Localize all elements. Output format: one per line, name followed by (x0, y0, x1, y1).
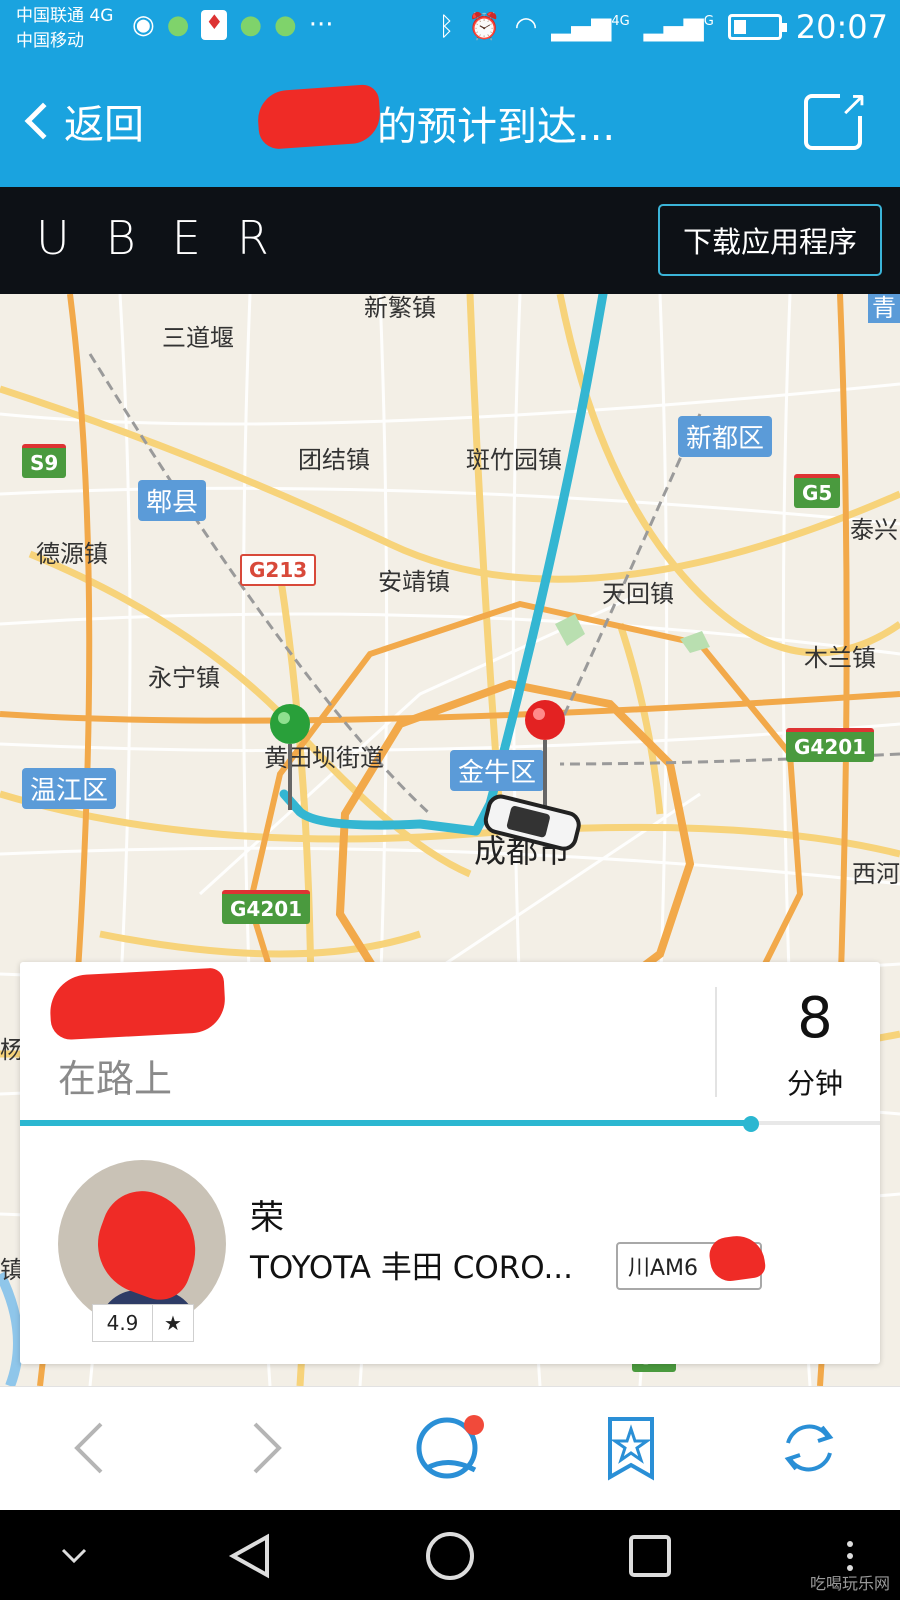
browser-back-button[interactable] (44, 1405, 134, 1491)
uber-logo: UBER (36, 211, 305, 265)
system-recents-button[interactable] (620, 1528, 680, 1584)
uber-banner: UBER 下载应用程序 (0, 187, 900, 294)
bookmark-star-icon (608, 1417, 654, 1481)
redaction-mark (83, 1179, 213, 1309)
chevron-left-icon (74, 1422, 103, 1474)
circle-home-icon (426, 1532, 474, 1580)
refresh-button[interactable] (764, 1405, 854, 1491)
app-notification-icon: ● (274, 10, 297, 40)
share-icon: ↗ (839, 84, 869, 124)
system-back-button[interactable] (220, 1528, 280, 1584)
bookmark-button[interactable] (586, 1405, 676, 1491)
app-notification-icon: ● (239, 10, 262, 40)
browser-toolbar (0, 1386, 900, 1510)
signal-4g-icon: ▂▄▆4G (551, 12, 630, 42)
system-nav-bar: 吃喝玩乐网 (0, 1510, 900, 1600)
map-app-icon: ♦ (201, 10, 228, 40)
download-app-button[interactable]: 下载应用程序 (658, 204, 882, 276)
weibo-icon: ◉ (132, 10, 155, 40)
browser-home-button[interactable] (404, 1405, 494, 1491)
signal-g-icon: ▂▄▆G (643, 12, 714, 42)
page-title-text: 的预计到达... (377, 104, 616, 150)
eta-divider (715, 987, 717, 1097)
trip-card: 在路上 8 分钟 4.9 ★ 荣 TOYOTA 丰田 CORO... 川AM6 (20, 962, 880, 1364)
notification-icons: ◉ ● ♦ ● ● ··· (132, 10, 333, 40)
triangle-back-icon (228, 1533, 269, 1579)
star-icon: ★ (164, 1311, 182, 1335)
carrier-1: 中国联通 4G (16, 6, 114, 26)
chevron-right-icon (253, 1422, 282, 1474)
redaction-mark (707, 1232, 767, 1284)
back-chevron-icon (24, 102, 62, 140)
watermark: 吃喝玩乐网 (809, 1574, 890, 1593)
back-label: 返回 (64, 102, 144, 148)
eta-unit: 分钟 (786, 1067, 843, 1100)
app-notification-icon: ● (166, 10, 190, 40)
clock: 20:07 (795, 8, 888, 46)
redaction-mark (256, 83, 382, 151)
driver-rating: 4.9 ★ (92, 1304, 194, 1342)
hide-keyboard-button[interactable] (44, 1528, 104, 1584)
alarm-icon: ⏰ (468, 12, 501, 42)
net-g-label: G (703, 14, 714, 29)
more-notifications-icon: ··· (308, 10, 334, 40)
rating-value: 4.9 (93, 1305, 153, 1341)
refresh-icon (784, 1424, 834, 1472)
net-4g-label: 4G (611, 14, 630, 29)
carrier-2: 中国移动 (16, 31, 84, 51)
chevron-down-icon (61, 1548, 87, 1564)
destination-pin-icon (525, 700, 565, 806)
notification-dot (464, 1415, 484, 1435)
trip-progress-bar (20, 1116, 880, 1132)
back-button[interactable]: 返回 (22, 92, 144, 150)
car-model: TOYOTA 丰田 CORO... (250, 1250, 574, 1286)
browser-forward-button[interactable] (222, 1405, 312, 1491)
car-icon (483, 794, 581, 851)
battery-icon (727, 14, 787, 40)
driver-avatar (58, 1160, 226, 1328)
app-header: 返回 的预计到达... ↗ (0, 62, 900, 187)
bluetooth-icon: ᛒ (438, 12, 455, 42)
trip-progress-fill (20, 1120, 751, 1126)
system-status: ᛒ ⏰ ◠ ▂▄▆4G ▂▄▆G 20:07 (439, 8, 888, 46)
status-bar: 中国联通 4G 中国移动 ◉ ● ♦ ● ● ··· ᛒ ⏰ ◠ ▂▄▆4G ▂… (0, 0, 900, 62)
eta-value: 8 (797, 986, 833, 1051)
square-recents-icon (629, 1535, 671, 1577)
pickup-pin-icon (270, 704, 310, 810)
driver-name: 荣 (250, 1198, 284, 1238)
system-home-button[interactable] (420, 1528, 480, 1584)
carrier-info: 中国联通 4G 中国移动 (16, 4, 113, 54)
trip-status: 在路上 (58, 1057, 173, 1101)
redaction-mark (48, 967, 227, 1041)
wifi-icon: ◠ (514, 12, 538, 42)
share-button[interactable]: ↗ (804, 84, 868, 150)
trip-progress-knob (743, 1116, 759, 1132)
